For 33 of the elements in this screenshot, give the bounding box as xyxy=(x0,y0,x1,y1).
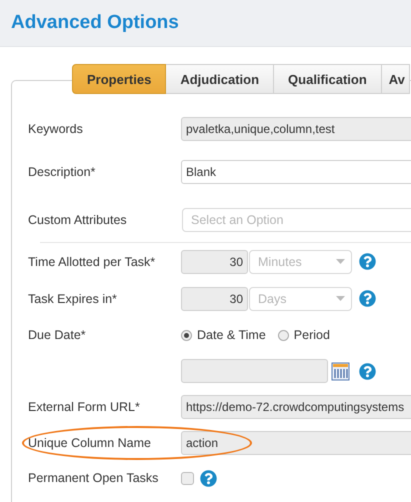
number-field[interactable]: 30 xyxy=(181,250,248,274)
field-label: Permanent Open Tasks xyxy=(28,471,160,485)
help-icon[interactable] xyxy=(359,253,376,270)
help-icon[interactable] xyxy=(359,362,376,380)
tab[interactable]: Qualification xyxy=(274,64,382,94)
caret-icon xyxy=(336,296,345,301)
number-field[interactable]: 30 xyxy=(181,286,248,310)
tab[interactable]: Properties xyxy=(72,64,166,94)
calendar-icon[interactable] xyxy=(331,362,350,380)
field-label: Description* xyxy=(28,165,96,179)
radio-option[interactable]: Period xyxy=(278,328,330,342)
date-field[interactable] xyxy=(181,359,328,383)
checkbox[interactable] xyxy=(181,472,194,484)
text-field[interactable]: action xyxy=(181,431,411,455)
tab[interactable]: Av xyxy=(382,64,410,94)
tab[interactable]: Adjudication xyxy=(166,64,274,94)
field-label: Due Date* xyxy=(28,328,87,342)
field-label: Custom Attributes xyxy=(28,213,128,227)
field-label: Keywords xyxy=(28,122,84,136)
radio-option[interactable]: Date & Time xyxy=(181,328,266,342)
page-title: Advanced Options xyxy=(11,12,179,34)
field-label: Unique Column Name xyxy=(28,436,152,450)
help-icon[interactable] xyxy=(359,290,376,307)
caret-icon xyxy=(336,259,345,264)
field-label: External Form URL* xyxy=(28,400,141,414)
radio-button[interactable] xyxy=(181,330,192,340)
field-label: Task Expires in* xyxy=(28,292,118,306)
help-icon[interactable] xyxy=(200,470,217,486)
radio-button[interactable] xyxy=(278,330,289,340)
field-label: Time Allotted per Task* xyxy=(28,254,156,268)
text-field[interactable]: https://demo-72.crowdcomputingsystems xyxy=(181,395,411,419)
text-field[interactable]: Blank xyxy=(181,160,411,184)
text-field[interactable]: pvaletka,unique,column,test xyxy=(181,117,411,141)
